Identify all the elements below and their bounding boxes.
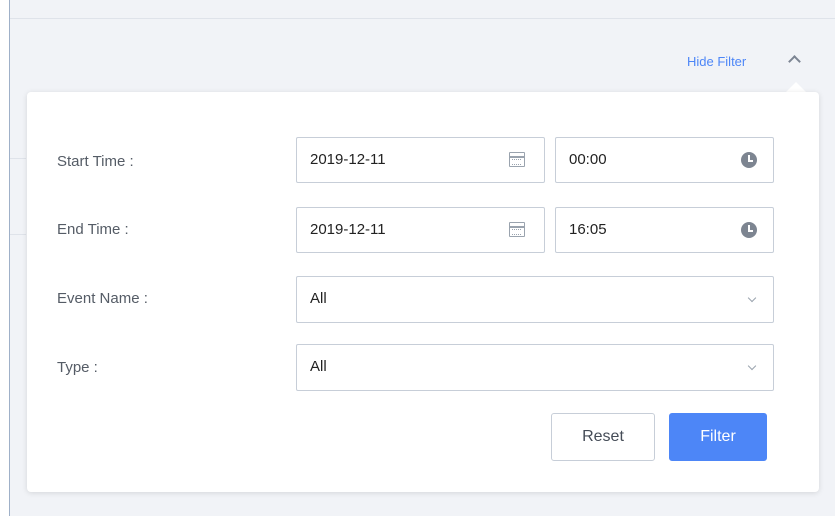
end-date-value: 2019-12-11 [310,221,386,238]
event-name-select[interactable]: All [296,276,774,323]
end-time-input[interactable]: 16:05 [555,207,774,253]
end-time-value: 16:05 [569,221,607,238]
start-time-value: 00:00 [569,151,607,168]
chevron-down-icon[interactable] [747,361,757,371]
start-time-label: Start Time : [57,153,134,170]
type-select[interactable]: All [296,344,774,391]
end-date-input[interactable]: 2019-12-11 [296,207,545,253]
type-value: All [310,358,327,375]
divider [10,234,26,235]
reset-button[interactable]: Reset [551,413,655,461]
filter-button[interactable]: Filter [669,413,767,461]
calendar-icon[interactable] [509,222,525,237]
event-name-value: All [310,290,327,307]
end-time-label: End Time : [57,221,129,238]
calendar-icon[interactable] [509,152,525,167]
panel-caret [786,82,806,92]
clock-icon[interactable] [741,152,757,168]
start-time-input[interactable]: 00:00 [555,137,774,183]
event-name-label: Event Name : [57,290,148,307]
type-label: Type : [57,359,98,376]
clock-icon[interactable] [741,222,757,238]
start-date-value: 2019-12-11 [310,151,386,168]
divider [10,18,835,19]
hide-filter-link[interactable]: Hide Filter [687,54,746,69]
start-date-input[interactable]: 2019-12-11 [296,137,545,183]
divider [10,158,26,159]
chevron-down-icon[interactable] [747,293,757,303]
